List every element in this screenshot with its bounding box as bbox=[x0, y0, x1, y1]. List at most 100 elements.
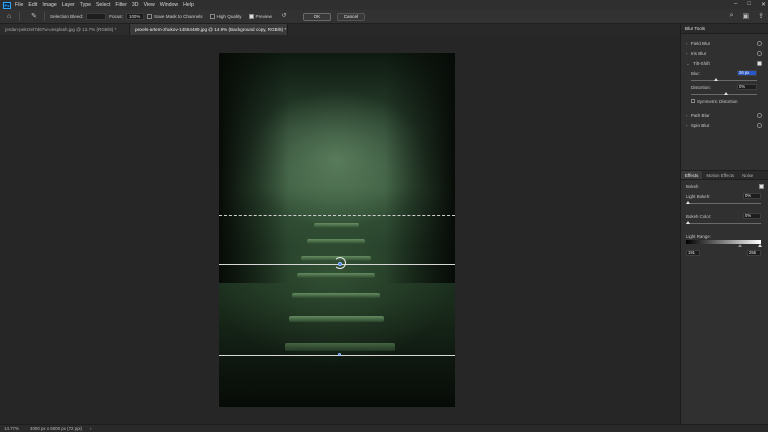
focus-label: Focus: bbox=[109, 14, 123, 19]
blur-value-input[interactable]: 26 px bbox=[737, 70, 757, 76]
blur-item-label: Spin Blur bbox=[690, 123, 710, 128]
menu-help[interactable]: Help bbox=[183, 2, 194, 8]
preview-label: Preview bbox=[255, 14, 272, 19]
close-icon[interactable]: ✕ bbox=[761, 1, 766, 8]
blur-item-label: Tilt-Shift bbox=[693, 61, 710, 66]
trees-left bbox=[219, 53, 289, 283]
chevron-right-icon[interactable]: › bbox=[686, 51, 688, 56]
stair-step bbox=[292, 293, 380, 298]
save-mask-checkbox[interactable] bbox=[147, 14, 152, 19]
light-range-high-knob[interactable] bbox=[758, 244, 762, 247]
chevron-right-icon[interactable]: › bbox=[686, 113, 688, 118]
tilt-shift-feather-line-top[interactable] bbox=[219, 215, 455, 216]
light-bokeh-label: Light Bokeh: bbox=[686, 194, 711, 199]
symmetric-distortion-label: Symmetric Distortion bbox=[697, 99, 738, 104]
stair-step bbox=[289, 316, 384, 322]
search-icon[interactable]: ⌕ bbox=[730, 12, 734, 20]
status-menu-icon[interactable]: › bbox=[90, 426, 91, 431]
options-right-icons: ⌕ ▣ ⇪ bbox=[730, 12, 764, 20]
menu-type[interactable]: Type bbox=[80, 2, 91, 8]
blur-item-iris[interactable]: › Iris Blur bbox=[681, 49, 768, 59]
bokeh-color-slider-track[interactable] bbox=[686, 223, 761, 224]
bokeh-color-slider-knob[interactable] bbox=[686, 221, 690, 224]
tab-document-2[interactable]: pexels-artem-zhukov-14554489.jpg @ 14.9%… bbox=[130, 24, 288, 35]
light-range-high-input[interactable]: 255 bbox=[747, 250, 761, 256]
high-quality-label: High Quality bbox=[216, 14, 242, 19]
field-blur-toggle[interactable] bbox=[757, 41, 762, 46]
symmetric-distortion-checkbox[interactable] bbox=[691, 99, 695, 103]
light-bokeh-slider-track[interactable] bbox=[686, 203, 761, 204]
tab-label: jordan-pekrzel7d67w-unsplash.jpg @ 13.7%… bbox=[5, 27, 117, 32]
divider bbox=[44, 12, 45, 21]
chevron-right-icon[interactable]: › bbox=[686, 41, 688, 46]
selection-bleed-input[interactable] bbox=[86, 13, 107, 20]
home-icon[interactable]: ⌂ bbox=[4, 12, 14, 21]
blur-item-field[interactable]: › Field Blur bbox=[681, 39, 768, 49]
cancel-button[interactable]: Cancel bbox=[336, 12, 365, 21]
workspace-icon[interactable]: ▣ bbox=[743, 12, 750, 20]
canvas-area[interactable] bbox=[0, 35, 680, 424]
menu-window[interactable]: Window bbox=[160, 2, 178, 8]
maximize-icon[interactable]: □ bbox=[747, 1, 751, 8]
menu-edit[interactable]: Edit bbox=[28, 2, 37, 8]
preview-checkbox[interactable] bbox=[248, 14, 254, 19]
menu-view[interactable]: View bbox=[144, 2, 155, 8]
blur-slider-knob[interactable] bbox=[714, 78, 718, 81]
blur-tool-icon[interactable]: ✎ bbox=[29, 12, 39, 21]
menu-file[interactable]: File bbox=[15, 2, 23, 8]
path-blur-toggle[interactable] bbox=[757, 113, 762, 118]
divider bbox=[19, 12, 20, 21]
tab-motion-effects[interactable]: Motion Effects bbox=[702, 171, 738, 179]
minimize-icon[interactable]: – bbox=[734, 1, 737, 8]
reset-icon[interactable]: ↺ bbox=[279, 12, 289, 21]
distortion-label: Distortion: bbox=[691, 85, 711, 90]
effects-tabs: Effects Motion Effects Noise bbox=[681, 170, 768, 180]
blur-item-path[interactable]: › Path Blur bbox=[681, 111, 768, 121]
save-mask-label: Save Mask to Channels bbox=[154, 14, 203, 19]
light-range-low-knob[interactable] bbox=[738, 244, 742, 247]
stair-step bbox=[314, 223, 359, 228]
light-bokeh-slider-knob[interactable] bbox=[686, 201, 690, 204]
bokeh-checkbox[interactable] bbox=[759, 184, 764, 189]
trees-right bbox=[385, 53, 455, 283]
menu-layer[interactable]: Layer bbox=[62, 2, 75, 8]
chevron-right-icon[interactable]: › bbox=[686, 123, 688, 128]
blur-item-label: Path Blur bbox=[690, 113, 710, 118]
menu-image[interactable]: Image bbox=[42, 2, 56, 8]
light-range-gradient[interactable] bbox=[686, 240, 761, 244]
light-bokeh-input[interactable]: 0% bbox=[743, 193, 761, 199]
blur-slider-track[interactable] bbox=[691, 80, 757, 81]
focus-input[interactable]: 100% bbox=[126, 13, 144, 20]
stair-step bbox=[285, 343, 395, 351]
distortion-slider-knob[interactable] bbox=[724, 92, 728, 95]
blur-item-spin[interactable]: › Spin Blur bbox=[681, 121, 768, 131]
menu-filter[interactable]: Filter bbox=[115, 2, 127, 8]
line-handle[interactable] bbox=[338, 353, 341, 356]
tab-document-1[interactable]: jordan-pekrzel7d67w-unsplash.jpg @ 13.7%… bbox=[0, 24, 130, 35]
bokeh-color-input[interactable]: 0% bbox=[743, 213, 761, 219]
blur-pin[interactable] bbox=[338, 262, 342, 266]
bokeh-label: Bokeh bbox=[686, 184, 699, 189]
high-quality-checkbox[interactable] bbox=[209, 14, 215, 19]
document-image[interactable] bbox=[219, 53, 455, 407]
iris-blur-toggle[interactable] bbox=[757, 51, 762, 56]
tab-effects[interactable]: Effects bbox=[681, 171, 703, 179]
spin-blur-toggle[interactable] bbox=[757, 123, 762, 128]
menu-3d[interactable]: 3D bbox=[132, 2, 139, 8]
share-icon[interactable]: ⇪ bbox=[758, 12, 764, 20]
bokeh-color-label: Bokeh Color: bbox=[686, 214, 712, 219]
light-range-label: Light Range: bbox=[686, 234, 711, 239]
blur-item-tilt-shift[interactable]: ⌄ Tilt-Shift bbox=[681, 59, 768, 69]
effects-settings: Bokeh Light Bokeh: 0% Bokeh Color: 0% Li… bbox=[681, 182, 768, 262]
tab-noise[interactable]: Noise bbox=[738, 171, 757, 179]
ok-button[interactable]: OK bbox=[302, 12, 331, 21]
tilt-shift-focus-line-bottom[interactable] bbox=[219, 355, 455, 356]
distortion-value-input[interactable]: 0% bbox=[737, 84, 757, 90]
chevron-down-icon[interactable]: ⌄ bbox=[686, 61, 690, 66]
menu-select[interactable]: Select bbox=[96, 2, 110, 8]
tilt-shift-toggle[interactable] bbox=[757, 61, 762, 66]
status-bar: 14.77% 4000 px x 6000 px (72 ppi) › bbox=[0, 424, 768, 432]
options-bar: ⌂ ✎ Selection Bleed: Focus: 100% Save Ma… bbox=[0, 10, 768, 24]
light-range-low-input[interactable]: 191 bbox=[686, 250, 700, 256]
zoom-level[interactable]: 14.77% bbox=[4, 426, 26, 431]
